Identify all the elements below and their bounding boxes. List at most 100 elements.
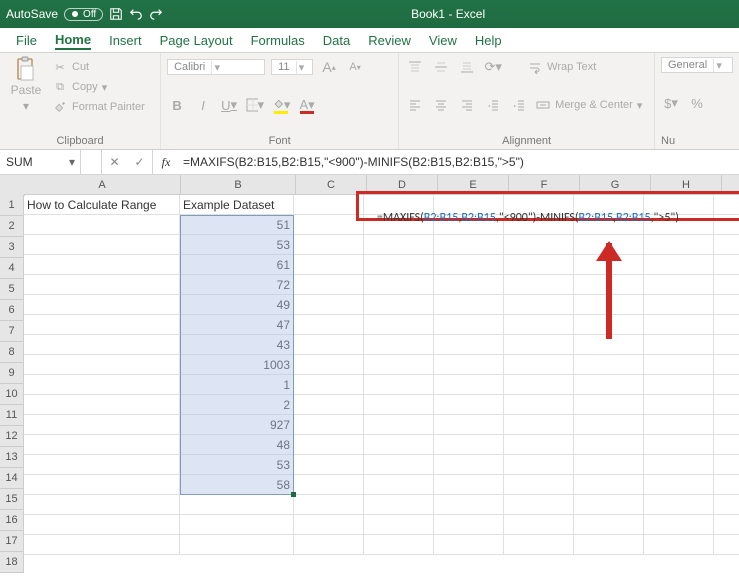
name-box[interactable]: ▾ (0, 150, 81, 174)
menu-item-insert[interactable]: Insert (109, 32, 142, 49)
decrease-font-button[interactable]: A▾ (345, 57, 365, 77)
cell-B1[interactable]: Example Dataset (180, 195, 294, 215)
cell-A11[interactable] (24, 395, 180, 415)
underline-button[interactable]: U▾ (219, 95, 239, 115)
cell-A15[interactable] (24, 475, 180, 495)
cell-H14[interactable] (644, 455, 714, 475)
row-header-10[interactable]: 10 (0, 384, 24, 405)
cell-D6[interactable] (364, 295, 434, 315)
cell-I14[interactable] (714, 455, 739, 475)
cell-C14[interactable] (294, 455, 364, 475)
cell-D14[interactable] (364, 455, 434, 475)
menu-item-formulas[interactable]: Formulas (251, 32, 305, 49)
number-format-combo[interactable]: General▾ (661, 57, 733, 73)
cell-A10[interactable] (24, 375, 180, 395)
cell-I15[interactable] (714, 475, 739, 495)
cell-C11[interactable] (294, 395, 364, 415)
cell-G14[interactable] (574, 455, 644, 475)
cell-D9[interactable] (364, 355, 434, 375)
percent-format-button[interactable]: % (687, 93, 707, 113)
cell-D13[interactable] (364, 435, 434, 455)
cell-H18[interactable] (644, 535, 714, 555)
cell-F9[interactable] (504, 355, 574, 375)
cell-E6[interactable] (434, 295, 504, 315)
cell-C12[interactable] (294, 415, 364, 435)
cell-H10[interactable] (644, 375, 714, 395)
italic-button[interactable]: I (193, 95, 213, 115)
cell-I6[interactable] (714, 295, 739, 315)
cell-G13[interactable] (574, 435, 644, 455)
cell-A17[interactable] (24, 515, 180, 535)
cell-F10[interactable] (504, 375, 574, 395)
cell-F13[interactable] (504, 435, 574, 455)
align-middle-button[interactable] (431, 57, 451, 77)
cell-C1[interactable] (294, 195, 364, 215)
orientation-button[interactable]: ⟳▾ (483, 57, 503, 77)
cell-A18[interactable] (24, 535, 180, 555)
font-size-combo[interactable]: 11▾ (271, 59, 313, 75)
cell-H4[interactable] (644, 255, 714, 275)
cell-B2[interactable]: 51 (180, 215, 294, 235)
cell-C17[interactable] (294, 515, 364, 535)
cell-I5[interactable] (714, 275, 739, 295)
spreadsheet-grid[interactable]: ABCDEFGHI 123456789101112131415161718 Ho… (0, 175, 739, 587)
confirm-formula-button[interactable]: ✓ (134, 155, 144, 169)
cell-I8[interactable] (714, 335, 739, 355)
cell-F12[interactable] (504, 415, 574, 435)
align-top-button[interactable] (405, 57, 425, 77)
font-color-button[interactable]: A▾ (297, 95, 317, 115)
cell-B11[interactable]: 2 (180, 395, 294, 415)
save-icon[interactable] (109, 7, 123, 21)
cell-A13[interactable] (24, 435, 180, 455)
cell-A8[interactable] (24, 335, 180, 355)
redo-icon[interactable] (149, 7, 163, 21)
cell-I7[interactable] (714, 315, 739, 335)
cell-G10[interactable] (574, 375, 644, 395)
menu-item-view[interactable]: View (429, 32, 457, 49)
cell-I12[interactable] (714, 415, 739, 435)
cell-G9[interactable] (574, 355, 644, 375)
cell-G18[interactable] (574, 535, 644, 555)
menu-item-page-layout[interactable]: Page Layout (160, 32, 233, 49)
cell-C6[interactable] (294, 295, 364, 315)
merge-center-button[interactable]: Merge & Center▾ (535, 97, 642, 113)
cell-H5[interactable] (644, 275, 714, 295)
cell-G15[interactable] (574, 475, 644, 495)
cell-B7[interactable]: 47 (180, 315, 294, 335)
cell-G11[interactable] (574, 395, 644, 415)
align-right-button[interactable] (457, 95, 477, 115)
wrap-text-button[interactable]: Wrap Text (527, 59, 596, 75)
increase-indent-button[interactable] (509, 95, 529, 115)
cell-F5[interactable] (504, 275, 574, 295)
cell-B4[interactable]: 61 (180, 255, 294, 275)
cell-A6[interactable] (24, 295, 180, 315)
cell-H12[interactable] (644, 415, 714, 435)
cell-B12[interactable]: 927 (180, 415, 294, 435)
format-painter-button[interactable]: Format Painter (52, 99, 145, 115)
cell-D11[interactable] (364, 395, 434, 415)
cell-C8[interactable] (294, 335, 364, 355)
cell-H16[interactable] (644, 495, 714, 515)
chevron-down-icon[interactable]: ▾ (64, 150, 80, 174)
row-header-1[interactable]: 1 (0, 195, 24, 216)
cell-E9[interactable] (434, 355, 504, 375)
borders-button[interactable]: ▾ (245, 95, 265, 115)
cell-I13[interactable] (714, 435, 739, 455)
row-header-12[interactable]: 12 (0, 426, 24, 447)
fx-icon[interactable]: fx (153, 155, 179, 170)
cell-C7[interactable] (294, 315, 364, 335)
row-header-6[interactable]: 6 (0, 300, 24, 321)
cell-A7[interactable] (24, 315, 180, 335)
cell-A5[interactable] (24, 275, 180, 295)
cell-D10[interactable] (364, 375, 434, 395)
row-header-9[interactable]: 9 (0, 363, 24, 384)
cell-F8[interactable] (504, 335, 574, 355)
cell-A2[interactable] (24, 215, 180, 235)
cell-I9[interactable] (714, 355, 739, 375)
cell-F14[interactable] (504, 455, 574, 475)
cell-C2[interactable] (294, 215, 364, 235)
cell-D15[interactable] (364, 475, 434, 495)
row-header-5[interactable]: 5 (0, 279, 24, 300)
cell-F4[interactable] (504, 255, 574, 275)
cell-C3[interactable] (294, 235, 364, 255)
